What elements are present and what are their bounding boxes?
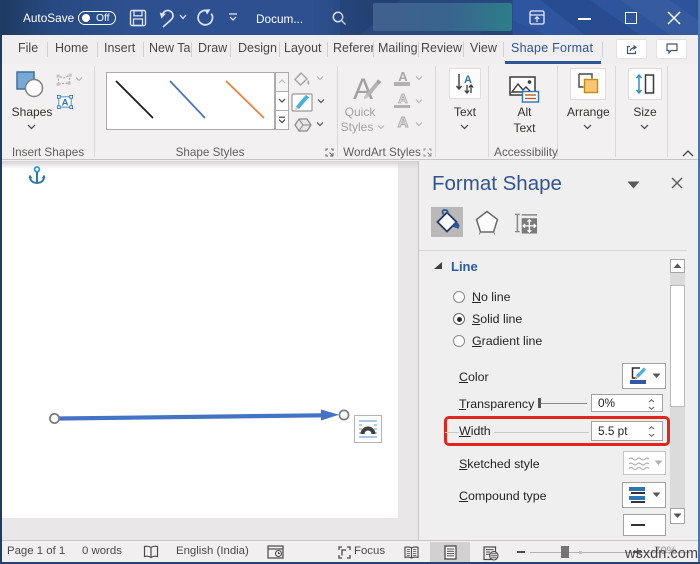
svg-text:A: A: [62, 98, 69, 109]
svg-text:A: A: [464, 74, 472, 86]
svg-text:A: A: [353, 73, 373, 105]
